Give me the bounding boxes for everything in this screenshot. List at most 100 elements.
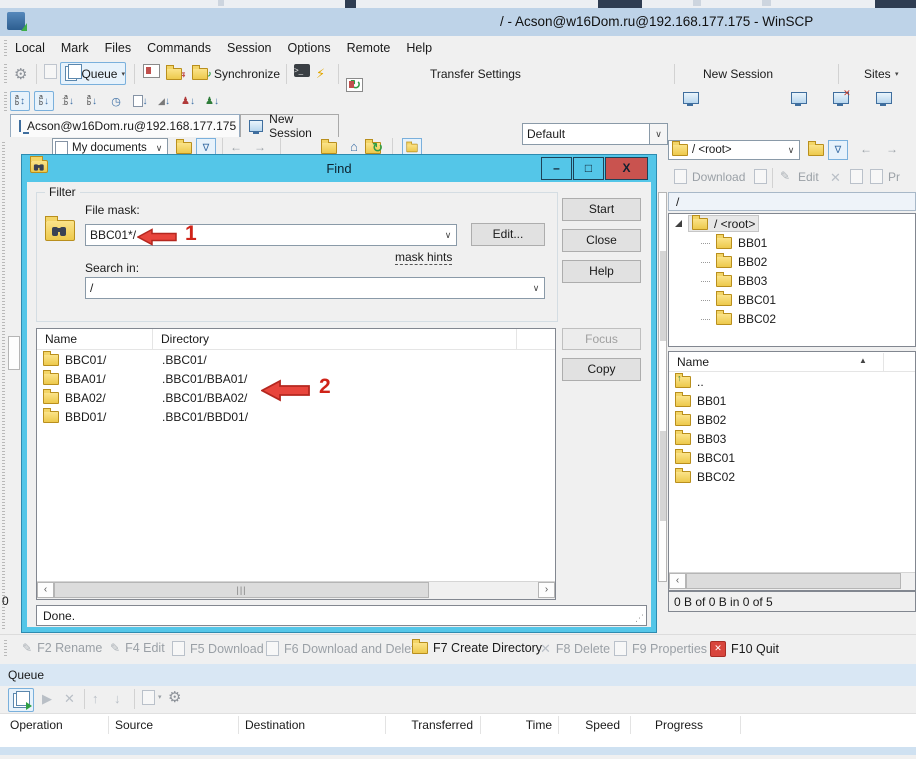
- dropdown-arrow-icon[interactable]: ∨: [528, 283, 544, 294]
- menu-files[interactable]: Files: [97, 38, 139, 58]
- sort-rights-button[interactable]: ◢↓: [154, 91, 174, 111]
- download-button[interactable]: Download: [692, 170, 745, 184]
- close-dialog-button[interactable]: Close: [562, 229, 641, 252]
- result-row[interactable]: BBC01/ .BBC01/: [37, 350, 555, 369]
- f8-delete-button[interactable]: ✕F8 Delete: [540, 641, 610, 657]
- download-options-icon[interactable]: [754, 169, 767, 184]
- remote-path-bar[interactable]: /: [668, 192, 916, 211]
- queue-move-up-icon[interactable]: ↑: [92, 691, 99, 706]
- menu-mark[interactable]: Mark: [53, 38, 97, 58]
- sort-owner-button[interactable]: ♟↓: [178, 91, 198, 111]
- column-destination[interactable]: Destination: [245, 718, 305, 732]
- scroll-left-icon[interactable]: ‹: [669, 573, 686, 589]
- menu-options[interactable]: Options: [279, 38, 338, 58]
- column-source[interactable]: Source: [115, 718, 153, 732]
- tree-item[interactable]: BBC02: [669, 309, 915, 328]
- start-button[interactable]: Start: [562, 198, 641, 221]
- sort-unsorted-button[interactable]: ab↕: [10, 91, 30, 111]
- console-icon[interactable]: >_: [294, 64, 310, 77]
- dropdown-arrow-icon[interactable]: ▾: [895, 64, 899, 84]
- menu-remote[interactable]: Remote: [339, 38, 399, 58]
- scroll-right-icon[interactable]: ›: [538, 582, 555, 598]
- edit-pencil-icon[interactable]: ✎: [780, 169, 790, 183]
- dropdown-arrow-icon[interactable]: ∨: [440, 230, 456, 241]
- preferences-gear-icon[interactable]: ⚙: [14, 64, 27, 84]
- resize-grip[interactable]: ⋰: [635, 613, 644, 624]
- menu-local[interactable]: Local: [7, 38, 53, 58]
- back-arrow-icon[interactable]: ←: [860, 142, 872, 156]
- remote-path-select[interactable]: / <root> ∨: [668, 140, 800, 160]
- column-operation[interactable]: Operation: [10, 718, 63, 732]
- file-row[interactable]: BBC01: [669, 448, 915, 467]
- find-dialog-titlebar[interactable]: Find – □ X: [22, 155, 656, 182]
- menu-session[interactable]: Session: [219, 38, 279, 58]
- tree-item[interactable]: BBC01: [669, 290, 915, 309]
- queue-delete-icon[interactable]: ✕: [64, 691, 75, 707]
- tree-item[interactable]: BB02: [669, 252, 915, 271]
- open-directory-icon[interactable]: [808, 144, 824, 156]
- tree-item[interactable]: BB03: [669, 271, 915, 290]
- file-row[interactable]: BB02: [669, 410, 915, 429]
- results-header[interactable]: Name Directory: [37, 329, 555, 350]
- sort-type-button[interactable]: ab↓: [82, 91, 102, 111]
- edit-mask-button[interactable]: Edit...: [471, 223, 545, 246]
- sort-name-button[interactable]: ab↓: [34, 91, 54, 111]
- scroll-left-icon[interactable]: ‹: [37, 582, 54, 598]
- column-speed[interactable]: Speed: [560, 718, 620, 732]
- mask-hints-link[interactable]: mask hints: [395, 250, 452, 265]
- sites-button[interactable]: Sites: [864, 64, 891, 84]
- sort-size-button[interactable]: ↓: [130, 91, 150, 111]
- synchronize-button[interactable]: Synchronize: [214, 64, 280, 84]
- open-session-icon[interactable]: ⚡: [316, 64, 325, 84]
- tab-new-session[interactable]: New Session: [240, 114, 339, 137]
- f4-edit-button[interactable]: ✎F4 Edit: [110, 641, 165, 655]
- f7-create-directory-button[interactable]: F7 Create Directory: [412, 641, 542, 655]
- copy-button[interactable]: Copy: [562, 358, 641, 381]
- properties-button-cut[interactable]: Pr: [888, 170, 900, 184]
- menu-commands[interactable]: Commands: [139, 38, 219, 58]
- queue-toggle-button[interactable]: Queue ▾: [60, 62, 126, 85]
- delete-x-icon[interactable]: ✕: [830, 170, 841, 186]
- scrollbar-thumb[interactable]: |||: [54, 582, 429, 598]
- focus-button[interactable]: Focus: [562, 328, 641, 350]
- file-row[interactable]: BBC02: [669, 467, 915, 486]
- close-button[interactable]: X: [605, 157, 648, 180]
- filter-icon[interactable]: ∇: [828, 140, 848, 160]
- upload-folder-icon[interactable]: ⇆: [166, 64, 186, 84]
- queue-show-button[interactable]: [8, 688, 34, 712]
- f5-download-button[interactable]: F5 Download: [172, 641, 264, 656]
- open-directory-icon[interactable]: [176, 142, 192, 154]
- tree-item[interactable]: BB01: [669, 233, 915, 252]
- column-name-header[interactable]: Name: [37, 329, 153, 349]
- tree-item-root[interactable]: / <root>: [669, 214, 915, 233]
- search-in-input[interactable]: / ∨: [85, 277, 545, 299]
- column-time[interactable]: Time: [490, 718, 552, 732]
- column-directory-header[interactable]: Directory: [153, 329, 517, 349]
- tab-session-active[interactable]: Acson@w16Dom.ru@192.168.177.175: [10, 114, 240, 137]
- scrollbar-thumb[interactable]: [686, 573, 901, 589]
- file-row[interactable]: BB01: [669, 391, 915, 410]
- edit-button[interactable]: Edit: [798, 170, 819, 184]
- f10-quit-button[interactable]: ✕F10 Quit: [710, 641, 779, 657]
- sort-extension-button[interactable]: .a.b↓: [58, 91, 78, 111]
- tree-expander-icon[interactable]: [675, 220, 682, 227]
- horizontal-scrollbar[interactable]: ‹: [669, 572, 915, 590]
- f6-download-delete-button[interactable]: F6 Download and Delete: [266, 641, 422, 656]
- dropdown-arrow-icon[interactable]: ∨: [783, 145, 799, 156]
- queue-preferences-icon[interactable]: ⚙: [168, 690, 181, 705]
- menu-help[interactable]: Help: [398, 38, 440, 58]
- help-button[interactable]: Help: [562, 260, 641, 283]
- queue-resume-icon[interactable]: ▶: [42, 691, 52, 707]
- properties-icon[interactable]: [870, 169, 883, 184]
- column-progress[interactable]: Progress: [655, 718, 703, 732]
- forward-arrow-icon[interactable]: →: [886, 142, 898, 156]
- horizontal-scrollbar[interactable]: ‹ ||| ›: [37, 581, 555, 599]
- download-icon[interactable]: [674, 169, 687, 184]
- maximize-button[interactable]: □: [573, 157, 604, 180]
- forward-arrow-icon[interactable]: →: [254, 140, 266, 154]
- home-directory-icon[interactable]: ⌂: [350, 139, 358, 154]
- back-arrow-icon[interactable]: ←: [230, 140, 242, 154]
- rename-icon[interactable]: [850, 169, 863, 184]
- queue-move-down-icon[interactable]: ↓: [114, 691, 121, 706]
- file-row-updir[interactable]: ↑..: [669, 372, 915, 391]
